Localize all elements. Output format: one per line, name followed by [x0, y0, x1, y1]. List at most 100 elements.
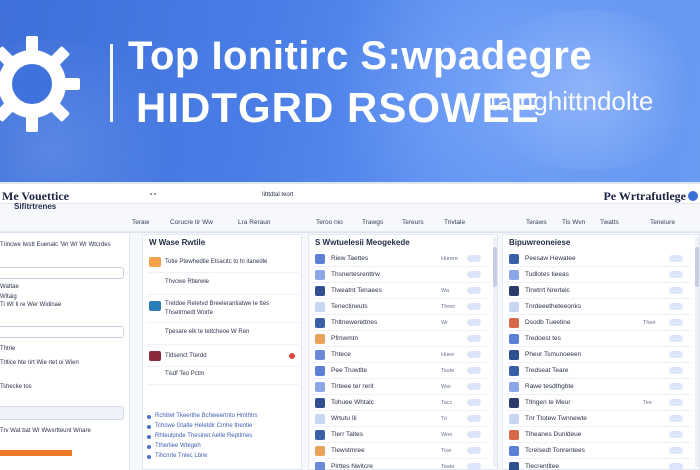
list-row[interactable]: Tenectineuts Thren [313, 299, 489, 315]
list-row[interactable]: Tlecrentltee [507, 459, 691, 470]
status-pill[interactable] [669, 255, 683, 262]
list-item[interactable]: Totie Ptewhedtie Etsacitc to hi itanedle [147, 251, 299, 273]
status-pill[interactable] [467, 367, 481, 374]
status-pill[interactable] [669, 335, 683, 342]
related-link[interactable]: Tihcnrte Tnlec Lbrw [155, 453, 207, 459]
account-icon[interactable] [688, 191, 698, 201]
search-input[interactable] [0, 267, 124, 279]
list-row[interactable]: Tnr Ttotew Twnnewte [507, 411, 691, 427]
status-pill[interactable] [669, 319, 683, 326]
scrollbar[interactable] [695, 237, 699, 467]
nav-item[interactable]: Trawgs [362, 219, 383, 226]
item-icon [509, 350, 519, 360]
status-pill[interactable] [467, 303, 481, 310]
list-row[interactable]: Rawe tesdthgbte [507, 379, 691, 395]
nav-item[interactable]: Tis Wvn [562, 219, 585, 226]
item-icon [509, 382, 519, 392]
status-pill[interactable] [467, 447, 481, 454]
related-link[interactable]: Rchtiwt Tkeerthe Bchweertnto Hmthtrs [155, 413, 258, 419]
status-pill[interactable] [669, 303, 683, 310]
updates-panel: S Wwtuelesii Meogekede Riew Taettes Hurer… [308, 234, 498, 470]
nav-item[interactable]: Teneiure [650, 219, 675, 226]
list-item[interactable]: Tldsenct Tterdd [147, 345, 299, 367]
list-item[interactable]: Tpesare elk te tettcheoe W Ren [147, 323, 299, 345]
scrollbar-thumb[interactable] [695, 247, 699, 287]
filter-label: Wattae [0, 284, 19, 290]
status-pill[interactable] [467, 399, 481, 406]
list-row[interactable]: Thtece Huee [313, 347, 489, 363]
row-meta: Tsute [441, 368, 455, 374]
status-pill[interactable] [669, 399, 683, 406]
related-link[interactable]: Rhteulpnde Thesinet Aetle Reptlmes [155, 433, 252, 439]
row-meta: Tacc [441, 400, 453, 406]
list-row[interactable]: Peesaw Hewatee [507, 251, 691, 267]
nav-item[interactable]: Teraw [132, 219, 149, 226]
status-pill[interactable] [467, 351, 481, 358]
list-row[interactable]: Pee Truwtlte Tsute [313, 363, 489, 379]
list-row[interactable]: Pheur Tsmunoeeen [507, 347, 691, 363]
status-pill[interactable] [467, 271, 481, 278]
scrollbar-thumb[interactable] [493, 247, 497, 287]
panel-title: S Wwtuelesii Meogekede [315, 238, 410, 247]
list-row[interactable]: Tlweatnt Tenaees Wa [313, 283, 489, 299]
list-row[interactable]: Tlrteee ter rerit Wer [313, 379, 489, 395]
list-row[interactable]: Ttlngen te Meur Tee [507, 395, 691, 411]
status-pill[interactable] [669, 447, 683, 454]
list-row[interactable]: Wrtutu Ili Tri [313, 411, 489, 427]
item-icon [509, 286, 519, 296]
nav-item[interactable]: Lra Reraun [238, 219, 271, 226]
status-pill[interactable] [669, 415, 683, 422]
list-item[interactable]: Tisdf Teo Pctm [147, 367, 299, 385]
list-row[interactable]: Tudlotes tieeas [507, 267, 691, 283]
more-icon[interactable] [150, 193, 156, 196]
status-pill[interactable] [669, 463, 683, 470]
status-pill[interactable] [669, 431, 683, 438]
list-row[interactable]: Dsodb Tueetine Thee [507, 315, 691, 331]
status-pill[interactable] [669, 383, 683, 390]
related-link[interactable]: Tchswe Gtalte Heletdir Cmhe thentie [155, 423, 252, 429]
list-item[interactable]: Thvcwe Rtlerwie [147, 273, 299, 295]
list-row[interactable]: Tohuee Whtalc Tacc [313, 395, 489, 411]
status-pill[interactable] [669, 351, 683, 358]
list-row[interactable]: Tnrdeeetheteeonks [507, 299, 691, 315]
status-pill[interactable] [669, 367, 683, 374]
dashboard-window: Me Vouettice Iitttdtal teort Pe Wrtrafut… [0, 182, 700, 470]
filter-input[interactable] [0, 326, 124, 338]
status-pill[interactable] [467, 335, 481, 342]
status-pill[interactable] [669, 287, 683, 294]
list-row[interactable]: Tredoest tes [507, 331, 691, 347]
nav-item[interactable]: Trivtale [444, 219, 465, 226]
status-pill[interactable] [467, 415, 481, 422]
list-row[interactable]: Tlerr Taltes Woo [313, 427, 489, 443]
status-pill[interactable] [467, 319, 481, 326]
list-row[interactable]: Thltnewerettnes Wr [313, 315, 489, 331]
status-pill[interactable] [467, 255, 481, 262]
nav-item[interactable]: Tereurs [402, 219, 424, 226]
filter-button[interactable] [0, 406, 124, 420]
related-link[interactable]: Ttherliee Wtegeh [155, 443, 201, 449]
list-row[interactable]: Thsnertesrenttrw [313, 267, 489, 283]
nav-item[interactable]: Teraws [526, 219, 547, 226]
status-pill[interactable] [467, 463, 481, 470]
nav-item[interactable]: Teroo nio [316, 219, 343, 226]
status-pill[interactable] [467, 383, 481, 390]
row-meta: Wr [441, 320, 448, 326]
list-row[interactable]: Tredseat Teare [507, 363, 691, 379]
list-row[interactable]: Tlrwtrrt Nrertelc [507, 283, 691, 299]
list-row[interactable]: Pfmwmtn [313, 331, 489, 347]
nav-item[interactable]: Twatts [600, 219, 619, 226]
row-label: Tlecrentltee [525, 463, 559, 470]
status-pill[interactable] [467, 287, 481, 294]
list-row[interactable]: Tcrelsedt Tonrentees [507, 443, 691, 459]
status-pill[interactable] [669, 271, 683, 278]
nav-item[interactable]: Corucre tir Ww [170, 219, 213, 226]
list-row[interactable]: Tlheanes Dunldeue [507, 427, 691, 443]
item-icon [509, 462, 519, 470]
list-item[interactable]: Tretdoe Retetvd Breelerantiatwe Ie ttes … [147, 295, 299, 323]
scrollbar[interactable] [493, 237, 497, 467]
list-row[interactable]: Plrttes Nwitcre Teate [313, 459, 489, 470]
list-row[interactable]: Riew Taettes Hurere [313, 251, 489, 267]
status-pill[interactable] [467, 431, 481, 438]
list-row[interactable]: Tlewstmree Tioe [313, 443, 489, 459]
brand-right-logo[interactable]: Pe Wrtrafutlege [603, 189, 686, 204]
